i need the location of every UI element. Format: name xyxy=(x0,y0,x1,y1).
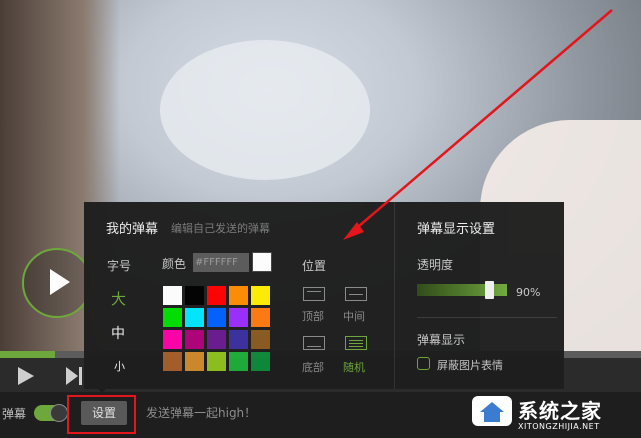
danmu-toggle[interactable] xyxy=(34,404,68,422)
position-middle-label[interactable]: 中间 xyxy=(343,308,365,324)
annotation-highlight-box xyxy=(67,395,136,434)
danmu-settings-panel: 我的弹幕 编辑自己发送的弹幕 字号 大 中 小 颜色 #FFFFFF 位置 顶部… xyxy=(84,202,564,389)
color-swatch[interactable] xyxy=(185,330,204,349)
font-size-label: 字号 xyxy=(107,259,132,273)
position-bottom-label[interactable]: 底部 xyxy=(302,359,324,375)
watermark-subtext: XITONGZHIJIA.NET xyxy=(518,422,600,431)
watermark: 系统之家 XITONGZHIJIA.NET xyxy=(468,392,638,436)
progress-fill xyxy=(0,351,55,358)
color-swatch[interactable] xyxy=(251,286,270,305)
color-swatch[interactable] xyxy=(163,330,182,349)
danmu-input[interactable]: 发送弹幕一起high！ xyxy=(146,404,256,421)
position-top-label[interactable]: 顶部 xyxy=(302,308,324,324)
font-size-medium[interactable]: 中 xyxy=(111,323,125,343)
color-swatch[interactable] xyxy=(229,352,248,371)
danmu-label: 弹幕 xyxy=(2,407,27,421)
opacity-value: 90% xyxy=(516,286,541,299)
panel-divider xyxy=(394,202,395,389)
color-swatch[interactable] xyxy=(207,330,226,349)
opacity-label: 透明度 xyxy=(417,258,454,272)
danmu-display-label: 弹幕显示 xyxy=(417,333,466,347)
color-swatch[interactable] xyxy=(207,286,226,305)
display-settings-title: 弹幕显示设置 xyxy=(417,222,496,237)
position-random-icon[interactable] xyxy=(345,336,367,350)
color-swatch[interactable] xyxy=(229,308,248,327)
color-swatch[interactable] xyxy=(251,352,270,371)
font-size-large[interactable]: 大 xyxy=(111,288,126,309)
color-swatch[interactable] xyxy=(207,308,226,327)
watermark-text: 系统之家 xyxy=(518,399,602,423)
my-danmu-subtitle: 编辑自己发送的弹幕 xyxy=(171,222,270,235)
position-label: 位置 xyxy=(302,259,327,273)
house-logo-icon xyxy=(472,396,512,426)
position-random-label[interactable]: 随机 xyxy=(343,359,365,375)
color-swatch[interactable] xyxy=(163,352,182,371)
opacity-slider-handle[interactable] xyxy=(485,281,494,299)
position-top-icon[interactable] xyxy=(303,287,325,301)
color-swatch[interactable] xyxy=(229,330,248,349)
color-swatch[interactable] xyxy=(185,352,204,371)
my-danmu-title: 我的弹幕 xyxy=(106,222,159,237)
position-middle-icon[interactable] xyxy=(345,287,367,301)
color-swatch[interactable] xyxy=(207,352,226,371)
color-swatch[interactable] xyxy=(185,308,204,327)
font-size-small[interactable]: 小 xyxy=(114,358,125,374)
big-play-button[interactable] xyxy=(22,248,92,318)
color-swatch[interactable] xyxy=(229,286,248,305)
panel-caret xyxy=(97,388,107,393)
video-content-center xyxy=(160,40,370,180)
color-swatch[interactable] xyxy=(163,286,182,305)
next-icon[interactable] xyxy=(66,367,84,385)
block-image-emoji-checkbox[interactable] xyxy=(417,357,430,370)
color-swatch[interactable] xyxy=(251,330,270,349)
play-icon[interactable] xyxy=(18,367,34,385)
block-image-emoji-label[interactable]: 屏蔽图片表情 xyxy=(437,357,503,373)
color-label: 颜色 xyxy=(162,257,187,271)
color-swatch[interactable] xyxy=(163,308,182,327)
color-swatch[interactable] xyxy=(185,286,204,305)
color-hex-input[interactable]: #FFFFFF xyxy=(193,253,249,272)
position-bottom-icon[interactable] xyxy=(303,336,325,350)
color-swatch[interactable] xyxy=(251,308,270,327)
toggle-knob xyxy=(50,404,68,422)
play-icon xyxy=(50,269,70,295)
color-preview xyxy=(252,252,272,272)
section-divider xyxy=(417,317,557,318)
